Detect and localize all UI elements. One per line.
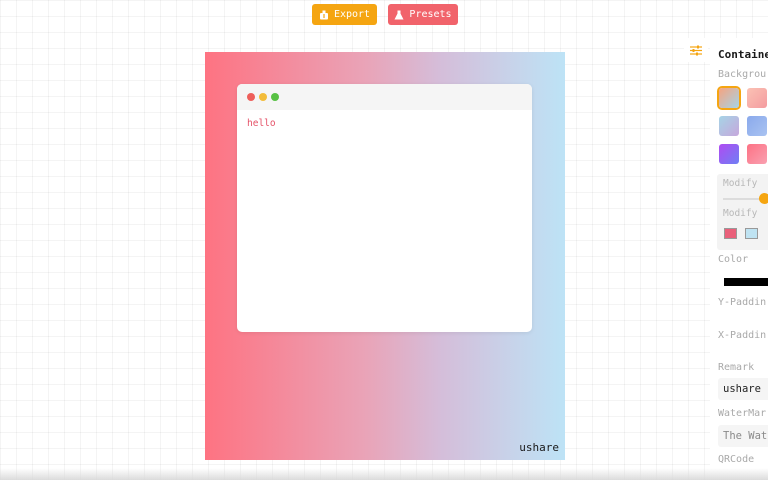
modify-label-1: Modify: [723, 178, 758, 189]
background-swatch-2[interactable]: [747, 88, 767, 108]
settings-panel: Containe Backgrou Modify Modify Color Y-…: [710, 38, 768, 480]
close-dot-icon: [247, 93, 255, 101]
bottom-shadow: [0, 468, 768, 480]
window-titlebar: [237, 84, 532, 110]
background-swatch-5[interactable]: [719, 144, 739, 164]
background-swatch-3[interactable]: [719, 116, 739, 136]
export-label: Export: [333, 9, 371, 20]
code-window: hello: [237, 84, 532, 332]
watermark-label: WaterMar: [718, 408, 767, 419]
settings-toggle-button[interactable]: [684, 38, 708, 62]
maximize-dot-icon: [271, 93, 279, 101]
color-picker[interactable]: [724, 278, 768, 286]
x-padding-label: X-Paddin: [718, 330, 767, 341]
background-swatch-6[interactable]: [747, 144, 767, 164]
background-label: Backgrou: [718, 69, 767, 80]
sliders-icon: [690, 41, 702, 60]
presets-label: Presets: [409, 9, 452, 20]
flask-icon: [394, 10, 404, 20]
code-editor[interactable]: hello: [247, 118, 276, 129]
gradient-slider-knob[interactable]: [759, 193, 768, 204]
watermark-input[interactable]: The Wat: [718, 425, 768, 447]
background-swatch-4[interactable]: [747, 116, 767, 136]
remark-text: ushare: [519, 441, 559, 454]
modify-gradient-box: Modify Modify: [717, 174, 768, 250]
gradient-end-color[interactable]: [745, 228, 758, 239]
modify-label-2: Modify: [723, 208, 758, 219]
qrcode-label: QRCode: [718, 454, 755, 465]
package-icon: [319, 10, 329, 20]
remark-input[interactable]: ushare: [718, 378, 768, 400]
y-padding-label: Y-Paddin: [718, 297, 767, 308]
presets-button[interactable]: Presets: [388, 4, 458, 25]
export-canvas: hello ushare: [205, 52, 565, 460]
color-label: Color: [718, 254, 749, 265]
export-button[interactable]: Export: [312, 4, 377, 25]
minimize-dot-icon: [259, 93, 267, 101]
panel-title: Containe: [718, 48, 768, 61]
background-swatch-1[interactable]: [719, 88, 739, 108]
gradient-start-color[interactable]: [724, 228, 737, 239]
remark-label: Remark: [718, 362, 755, 373]
